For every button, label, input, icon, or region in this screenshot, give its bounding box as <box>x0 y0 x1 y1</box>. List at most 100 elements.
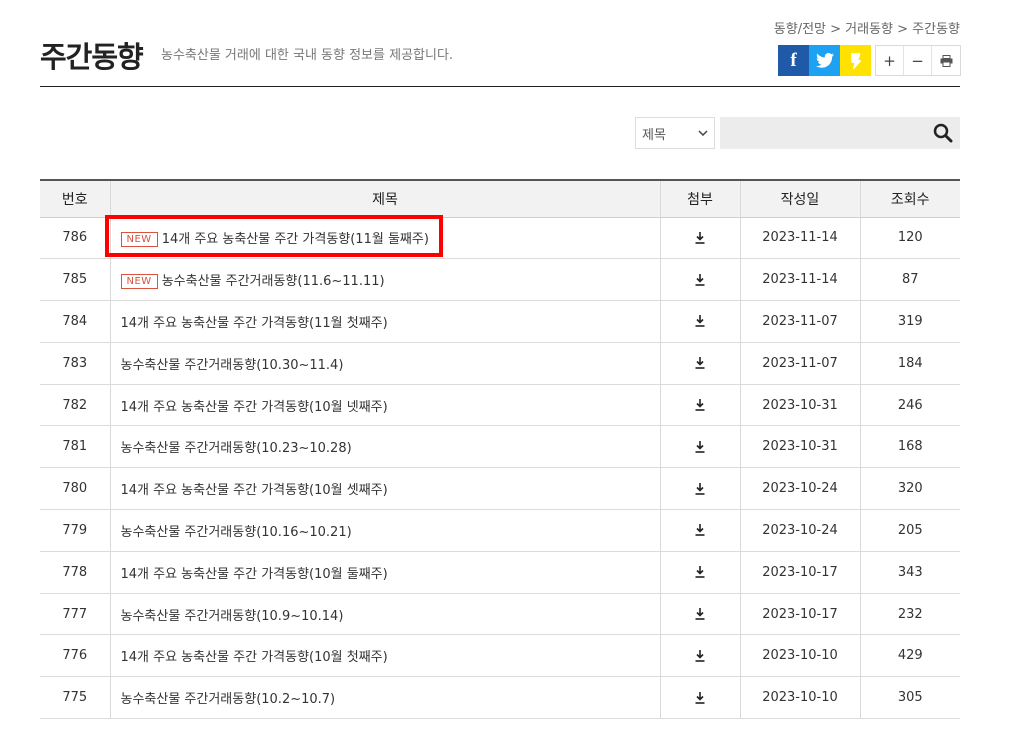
row-views: 205 <box>859 509 960 552</box>
print-icon <box>940 54 952 67</box>
column-header-attachment: 첨부 <box>659 179 740 218</box>
download-icon[interactable] <box>695 566 705 579</box>
page-description: 농수축산물 거래에 대한 국내 동향 정보를 제공합니다. <box>161 48 454 63</box>
search-icon[interactable] <box>933 123 953 143</box>
row-title-cell: 14개 주요 농축산물 주간 가격동향(10월 셋째주) <box>109 467 660 511</box>
row-title-link[interactable]: 14개 주요 농축산물 주간 가격동향(10월 넷째주) <box>121 400 388 415</box>
row-title-cell: 14개 주요 농축산물 주간 가격동향(10월 첫째주) <box>109 634 660 678</box>
row-date: 2023-10-10 <box>739 676 860 720</box>
row-title-link[interactable]: 14개 주요 농축산물 주간 가격동향(10월 둘째주) <box>121 567 388 582</box>
table-row: 783 농수축산물 주간거래동향(10.30~11.4) 2023-11-07 … <box>40 342 960 385</box>
zoom-in-button[interactable]: + <box>876 46 904 75</box>
row-title-link[interactable]: 14개 주요 농축산물 주간 가격동향(10월 첫째주) <box>121 650 388 665</box>
row-number: 784 <box>40 300 110 343</box>
row-attachment <box>659 593 740 636</box>
row-title-cell: 농수축산물 주간거래동향(10.9~10.14) <box>109 593 660 636</box>
column-header-date: 작성일 <box>739 179 860 218</box>
download-icon[interactable] <box>695 440 705 453</box>
row-views: 320 <box>859 467 960 511</box>
row-attachment <box>659 384 740 427</box>
facebook-share-button[interactable]: f <box>778 45 809 76</box>
zoom-out-button[interactable]: − <box>904 46 932 75</box>
table-row: 782 14개 주요 농축산물 주간 가격동향(10월 넷째주) 2023-10… <box>40 384 960 427</box>
row-attachment <box>659 217 740 260</box>
row-number: 775 <box>40 676 110 720</box>
row-date: 2023-10-31 <box>739 384 860 427</box>
row-title-link[interactable]: 14개 주요 농축산물 주간 가격동향(10월 셋째주) <box>121 483 388 498</box>
row-title-link[interactable]: 농수축산물 주간거래동향(10.16~10.21) <box>121 525 352 540</box>
table-row: 784 14개 주요 농축산물 주간 가격동향(11월 첫째주) 2023-11… <box>40 300 960 343</box>
download-icon[interactable] <box>695 482 705 495</box>
row-number: 781 <box>40 425 110 469</box>
twitter-icon <box>815 53 834 68</box>
facebook-icon: f <box>790 49 797 71</box>
row-title-cell: 14개 주요 농축산물 주간 가격동향(10월 둘째주) <box>109 551 660 594</box>
row-views: 305 <box>859 676 960 720</box>
table-row: 777 농수축산물 주간거래동향(10.9~10.14) 2023-10-17 … <box>40 593 960 636</box>
twitter-share-button[interactable] <box>809 45 840 76</box>
row-number: 779 <box>40 509 110 552</box>
row-date: 2023-11-14 <box>739 217 860 260</box>
row-number: 778 <box>40 551 110 594</box>
search-input[interactable] <box>720 117 960 149</box>
row-title-link[interactable]: 농수축산물 주간거래동향(10.9~10.14) <box>121 609 344 624</box>
row-attachment <box>659 676 740 720</box>
table-row: 778 14개 주요 농축산물 주간 가격동향(10월 둘째주) 2023-10… <box>40 551 960 594</box>
row-views: 246 <box>859 384 960 427</box>
row-title-link[interactable]: 농수축산물 주간거래동향(11.6~11.11) <box>162 274 385 289</box>
table-row: 775 농수축산물 주간거래동향(10.2~10.7) 2023-10-10 3… <box>40 676 960 720</box>
print-button[interactable] <box>932 46 960 75</box>
row-title-link[interactable]: 농수축산물 주간거래동향(10.2~10.7) <box>121 692 336 707</box>
row-number: 777 <box>40 593 110 636</box>
row-number: 782 <box>40 384 110 427</box>
row-date: 2023-11-07 <box>739 342 860 385</box>
download-icon[interactable] <box>695 231 705 244</box>
kakaostory-share-button[interactable] <box>840 45 871 76</box>
header-divider <box>40 86 960 87</box>
table-row: 780 14개 주요 농축산물 주간 가격동향(10월 셋째주) 2023-10… <box>40 467 960 511</box>
row-number: 783 <box>40 342 110 385</box>
row-views: 120 <box>859 217 960 260</box>
search-field-select[interactable]: 제목 <box>635 117 715 149</box>
download-icon[interactable] <box>695 691 705 704</box>
table-row: 776 14개 주요 농축산물 주간 가격동향(10월 첫째주) 2023-10… <box>40 634 960 678</box>
row-title-cell: 농수축산물 주간거래동향(10.23~10.28) <box>109 425 660 469</box>
board-table: 번호 제목 첨부 작성일 조회수 786 NEW 14개 주요 농축산물 주간 가… <box>40 179 960 720</box>
row-date: 2023-10-24 <box>739 509 860 552</box>
row-date: 2023-10-31 <box>739 425 860 469</box>
download-icon[interactable] <box>695 608 705 620</box>
row-attachment <box>659 509 740 552</box>
download-icon[interactable] <box>695 315 705 328</box>
row-date: 2023-10-24 <box>739 467 860 511</box>
download-icon[interactable] <box>695 649 705 662</box>
download-icon[interactable] <box>695 524 705 537</box>
row-title-link[interactable]: 농수축산물 주간거래동향(10.23~10.28) <box>121 441 352 456</box>
column-header-title: 제목 <box>109 179 660 218</box>
row-title-cell: 14개 주요 농축산물 주간 가격동향(10월 넷째주) <box>109 384 660 427</box>
row-title-cell: NEW 농수축산물 주간거래동향(11.6~11.11) <box>109 258 660 302</box>
chevron-down-icon <box>698 130 708 136</box>
row-attachment <box>659 300 740 343</box>
highlight-box <box>105 215 443 257</box>
row-number: 786 <box>40 217 110 260</box>
row-title-cell: 농수축산물 주간거래동향(10.16~10.21) <box>109 509 660 552</box>
row-title-link[interactable]: 농수축산물 주간거래동향(10.30~11.4) <box>121 358 344 373</box>
breadcrumb: 동향/전망 > 거래동향 > 주간동향 <box>773 22 960 37</box>
row-number: 780 <box>40 467 110 511</box>
row-date: 2023-10-17 <box>739 551 860 594</box>
row-attachment <box>659 634 740 678</box>
download-icon[interactable] <box>695 399 705 411</box>
row-title-link[interactable]: 14개 주요 농축산물 주간 가격동향(11월 첫째주) <box>121 316 388 331</box>
download-icon[interactable] <box>695 357 705 370</box>
row-views: 343 <box>859 551 960 594</box>
row-number: 776 <box>40 634 110 678</box>
row-date: 2023-10-10 <box>739 634 860 678</box>
row-number: 785 <box>40 258 110 302</box>
row-attachment <box>659 258 740 302</box>
row-title-cell: 14개 주요 농축산물 주간 가격동향(11월 첫째주) <box>109 300 660 343</box>
row-title-cell: 농수축산물 주간거래동향(10.2~10.7) <box>109 676 660 720</box>
row-date: 2023-11-07 <box>739 300 860 343</box>
download-icon[interactable] <box>695 273 705 286</box>
table-row: 781 농수축산물 주간거래동향(10.23~10.28) 2023-10-31… <box>40 425 960 469</box>
table-row: 779 농수축산물 주간거래동향(10.16~10.21) 2023-10-24… <box>40 509 960 552</box>
